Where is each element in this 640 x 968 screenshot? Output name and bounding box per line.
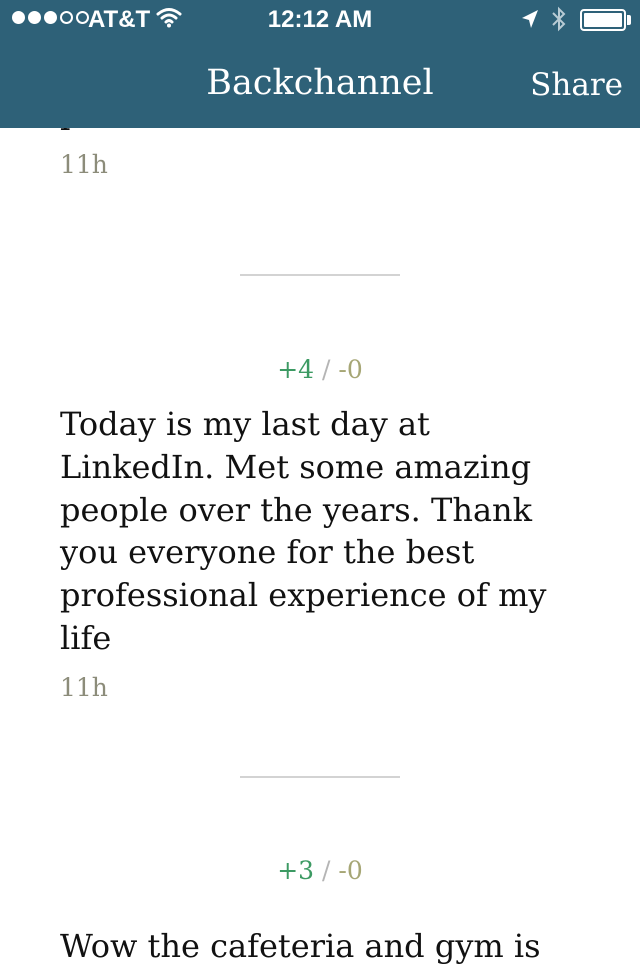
upvote-count[interactable]: +3 xyxy=(277,856,314,885)
downvote-count[interactable]: -0 xyxy=(338,856,362,885)
vote-separator: / xyxy=(322,355,331,384)
location-arrow-icon xyxy=(520,8,540,37)
post-divider xyxy=(240,776,400,778)
vote-score: +3 / -0 xyxy=(0,855,640,887)
post-timestamp: 11h xyxy=(60,150,108,179)
status-bar: AT&T 12:12 AM xyxy=(0,0,640,40)
clock: 12:12 AM xyxy=(267,6,373,33)
battery-tip xyxy=(627,15,631,25)
battery-fill xyxy=(584,13,622,27)
downvote-count[interactable]: -0 xyxy=(338,355,362,384)
vote-score: +4 / -0 xyxy=(0,354,640,386)
vote-separator: / xyxy=(322,856,331,885)
post-divider xyxy=(240,274,400,276)
post-timestamp: 11h xyxy=(60,673,108,702)
top-bar: AT&T 12:12 AM Backchannel Share xyxy=(0,0,640,128)
upvote-count[interactable]: +4 xyxy=(277,355,314,384)
post-text: Today is my last day at LinkedIn. Met so… xyxy=(60,405,547,657)
post-text: Wow the cafeteria and gym is xyxy=(60,927,541,965)
share-button[interactable]: Share xyxy=(530,63,623,107)
post-feed[interactable]: p 11h +4 / -0 Today is my last day at Li… xyxy=(0,0,640,965)
bluetooth-icon xyxy=(550,6,568,39)
battery-icon xyxy=(580,9,626,31)
